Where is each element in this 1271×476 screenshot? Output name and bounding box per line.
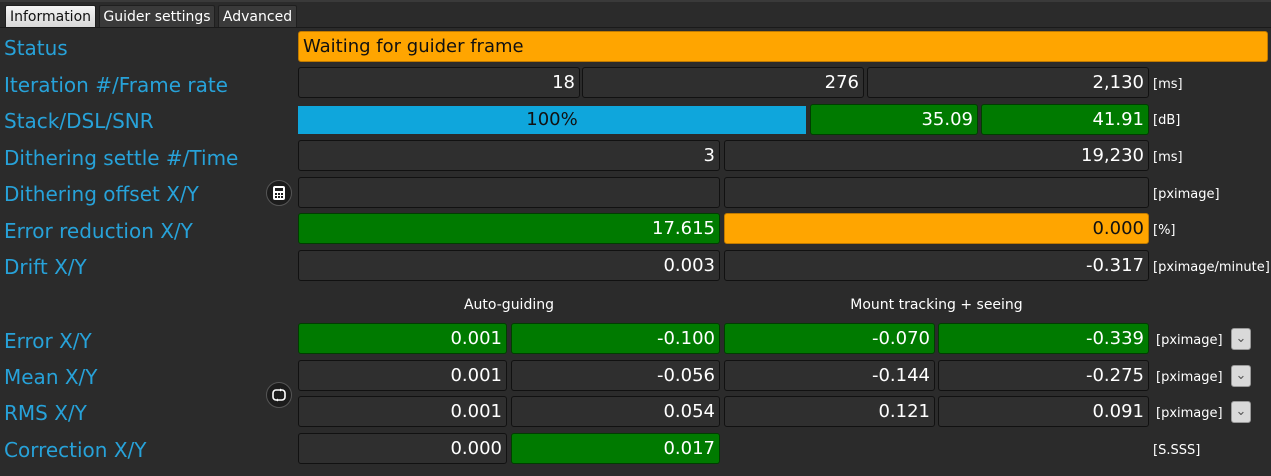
mean-unit: [pximage] bbox=[1156, 370, 1223, 385]
dither-offset-unit: [pximage] bbox=[1153, 187, 1220, 202]
rms-mt-x: 0.121 bbox=[724, 396, 935, 427]
stack-progress-text: 100% bbox=[526, 109, 578, 130]
dsl-value: 35.09 bbox=[810, 104, 978, 135]
auto-guiding-header: Auto-guiding bbox=[463, 297, 554, 313]
mount-tracking-header: Mount tracking + seeing bbox=[850, 297, 1023, 313]
error-ag-y: -0.100 bbox=[511, 323, 720, 354]
rms-mt-y: 0.091 bbox=[938, 396, 1149, 427]
error-ag-x: 0.001 bbox=[298, 323, 507, 354]
error-reduction-x: 17.615 bbox=[298, 213, 720, 244]
top-border bbox=[0, 0, 1271, 2]
error-reduction-y: 0.000 bbox=[724, 213, 1149, 244]
iteration-unit: [ms] bbox=[1153, 77, 1183, 92]
error-label: Error X/Y bbox=[4, 329, 92, 353]
mean-mt-x: -0.144 bbox=[724, 360, 935, 391]
correction-y: 0.017 bbox=[511, 433, 720, 464]
error-unit-dropdown[interactable]: ⌄ bbox=[1231, 328, 1251, 350]
correction-unit: [S.SSS] bbox=[1153, 443, 1201, 458]
correction-label: Correction X/Y bbox=[4, 438, 147, 462]
mean-ag-y: -0.056 bbox=[511, 360, 720, 391]
stack-unit: [dB] bbox=[1153, 113, 1181, 128]
stack-progress-bar: 100% bbox=[298, 106, 806, 134]
stack-label: Stack/DSL/SNR bbox=[4, 109, 154, 133]
chevron-down-icon: ⌄ bbox=[1235, 404, 1247, 419]
rms-ag-y: 0.054 bbox=[511, 396, 720, 427]
status-label: Status bbox=[4, 36, 68, 60]
dither-settle-time: 19,230 bbox=[724, 140, 1149, 171]
frame-value: 276 bbox=[582, 67, 864, 98]
dither-settle-unit: [ms] bbox=[1153, 150, 1183, 165]
status-field: Waiting for guider frame bbox=[298, 31, 1268, 62]
iteration-value: 18 bbox=[298, 67, 580, 98]
tab-information[interactable]: Information bbox=[5, 5, 96, 27]
drift-x: 0.003 bbox=[298, 250, 720, 281]
snr-value: 41.91 bbox=[981, 104, 1149, 135]
error-reduction-unit: [%] bbox=[1153, 223, 1176, 238]
mean-mt-y: -0.275 bbox=[938, 360, 1149, 391]
mean-ag-x: 0.001 bbox=[298, 360, 507, 391]
chevron-down-icon: ⌄ bbox=[1235, 331, 1247, 346]
frame-time-value: 2,130 bbox=[867, 67, 1149, 98]
calculator-icon[interactable] bbox=[266, 180, 292, 206]
error-unit: [pximage] bbox=[1156, 333, 1223, 348]
iteration-label: Iteration #/Frame rate bbox=[4, 73, 228, 97]
dither-settle-label: Dithering settle #/Time bbox=[4, 146, 239, 170]
mean-unit-dropdown[interactable]: ⌄ bbox=[1231, 365, 1251, 387]
error-mt-x: -0.070 bbox=[724, 323, 935, 354]
chevron-down-icon: ⌄ bbox=[1235, 368, 1247, 383]
drift-label: Drift X/Y bbox=[4, 255, 87, 279]
reset-icon[interactable] bbox=[266, 382, 292, 408]
dither-settle-count: 3 bbox=[298, 140, 720, 171]
dither-offset-y bbox=[724, 177, 1149, 208]
dither-offset-label: Dithering offset X/Y bbox=[4, 182, 199, 206]
drift-unit: [pximage/minute] bbox=[1153, 260, 1270, 275]
error-reduction-label: Error reduction X/Y bbox=[4, 219, 193, 243]
drift-y: -0.317 bbox=[724, 250, 1149, 281]
rms-unit: [pximage] bbox=[1156, 406, 1223, 421]
rms-ag-x: 0.001 bbox=[298, 396, 507, 427]
tab-advanced[interactable]: Advanced bbox=[218, 5, 297, 27]
rms-label: RMS X/Y bbox=[4, 401, 87, 425]
mean-label: Mean X/Y bbox=[4, 365, 98, 389]
tab-guider-settings[interactable]: Guider settings bbox=[99, 5, 215, 27]
dither-offset-x bbox=[298, 177, 720, 208]
error-mt-y: -0.339 bbox=[938, 323, 1149, 354]
tab-bar: Information Guider settings Advanced bbox=[0, 3, 1271, 28]
correction-x: 0.000 bbox=[298, 433, 507, 464]
rms-unit-dropdown[interactable]: ⌄ bbox=[1231, 401, 1251, 423]
